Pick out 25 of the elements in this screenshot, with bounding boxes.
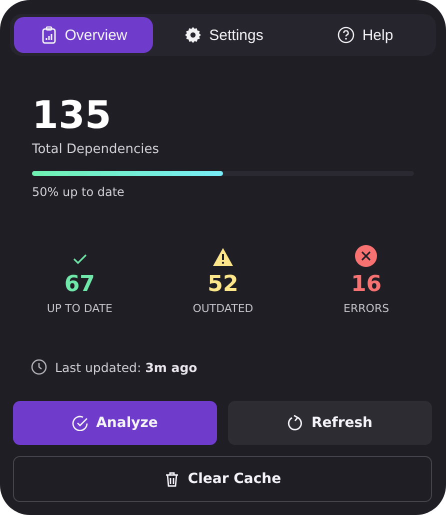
tab[interactable]: Settings	[156, 17, 292, 53]
stat-value: 52	[208, 272, 238, 298]
warning-icon	[212, 247, 234, 267]
trash-icon	[164, 471, 180, 487]
stat-value: 16	[351, 272, 382, 298]
help-icon	[337, 26, 356, 44]
refresh-icon	[287, 415, 304, 431]
stat-label: ERRORS	[344, 302, 390, 315]
stat-label: UP TO DATE	[46, 302, 112, 315]
total-label: Total Dependencies	[32, 142, 160, 157]
stat-label: OUTDATED	[192, 302, 254, 315]
settings-icon	[184, 26, 202, 44]
error-icon	[355, 245, 378, 267]
clock-icon	[31, 359, 47, 375]
tab[interactable]: Help	[298, 17, 433, 53]
stat-value: 67	[64, 272, 95, 298]
total-count: 135	[32, 94, 112, 136]
clear-cache-button[interactable]: Clear Cache	[13, 456, 432, 502]
check-circle-icon	[72, 415, 88, 431]
tab[interactable]: Overview	[14, 17, 153, 53]
clipboard-chart-icon	[40, 26, 58, 44]
refresh-button[interactable]: Refresh	[228, 401, 432, 445]
analyze-button[interactable]: Analyze	[13, 401, 217, 445]
progress-caption: 50% up to date	[32, 185, 126, 199]
last-updated-text: Last updated: 3m ago	[55, 360, 198, 374]
